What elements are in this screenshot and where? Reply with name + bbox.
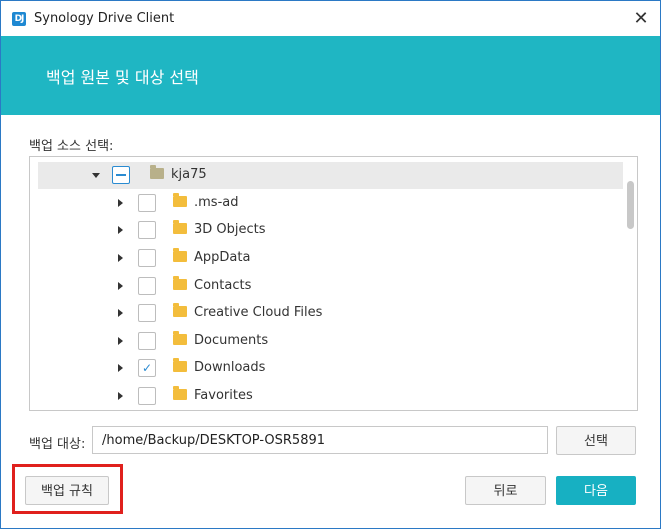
back-button[interactable]: 뒤로 (465, 476, 546, 505)
tree-row[interactable]: 3D Objects (38, 217, 623, 244)
next-button[interactable]: 다음 (556, 476, 636, 505)
home-folder-icon (150, 165, 164, 179)
folder-name: .ms-ad (194, 195, 239, 210)
folder-checkbox[interactable] (138, 221, 156, 239)
synology-drive-logo-icon: DJ (12, 12, 26, 26)
folder-checkbox-checked[interactable]: ✓ (138, 359, 156, 377)
folder-checkbox[interactable] (138, 332, 156, 350)
folder-icon (173, 331, 187, 345)
tree-row-root[interactable]: kja75 (38, 162, 623, 189)
collapse-arrow-icon[interactable] (92, 173, 100, 178)
header-banner: 백업 원본 및 대상 선택 (1, 36, 660, 115)
folder-name: Favorites (194, 388, 253, 403)
expand-arrow-icon[interactable] (118, 199, 123, 207)
tree-row[interactable]: ✓ Downloads (38, 355, 623, 382)
tree-row[interactable]: Creative Cloud Files (38, 300, 623, 327)
folder-checkbox[interactable] (138, 277, 156, 295)
folder-tree[interactable]: kja75 .ms-ad 3D Objects AppData Contacts (29, 156, 638, 411)
folder-checkbox[interactable] (138, 304, 156, 322)
destination-path-field[interactable]: /home/Backup/DESKTOP-OSR5891 (92, 426, 548, 454)
folder-icon (173, 358, 187, 372)
expand-arrow-icon[interactable] (118, 254, 123, 262)
folder-name: Documents (194, 333, 269, 348)
title-bar: DJ Synology Drive Client ✕ (1, 1, 660, 36)
dialog-window: DJ Synology Drive Client ✕ 백업 원본 및 대상 선택… (0, 0, 661, 529)
folder-checkbox[interactable] (138, 249, 156, 267)
page-title: 백업 원본 및 대상 선택 (46, 68, 199, 87)
tree-row[interactable]: AppData (38, 245, 623, 272)
annotation-highlight-box (12, 464, 123, 514)
backup-source-label: 백업 소스 선택: (29, 139, 114, 154)
tree-scrollbar[interactable] (627, 181, 634, 229)
folder-name: Downloads (194, 360, 266, 375)
folder-icon (173, 220, 187, 234)
expand-arrow-icon[interactable] (118, 282, 123, 290)
tree-row[interactable]: .ms-ad (38, 190, 623, 217)
backup-destination-label: 백업 대상: (29, 437, 86, 452)
expand-arrow-icon[interactable] (118, 392, 123, 400)
folder-name: AppData (194, 250, 251, 265)
expand-arrow-icon[interactable] (118, 337, 123, 345)
folder-icon (173, 303, 187, 317)
folder-name: 3D Objects (194, 222, 266, 237)
folder-icon (173, 276, 187, 290)
expand-arrow-icon[interactable] (118, 309, 123, 317)
folder-icon (173, 248, 187, 262)
tree-row[interactable]: Documents (38, 328, 623, 355)
folder-icon (173, 386, 187, 400)
folder-icon (173, 193, 187, 207)
expand-arrow-icon[interactable] (118, 364, 123, 372)
select-destination-button[interactable]: 선택 (556, 426, 636, 455)
root-folder-name: kja75 (171, 167, 207, 182)
folder-checkbox[interactable] (138, 387, 156, 405)
folder-name: Contacts (194, 278, 252, 293)
folder-name: Creative Cloud Files (194, 305, 323, 320)
root-checkbox[interactable] (112, 166, 130, 184)
close-button[interactable]: ✕ (626, 5, 656, 33)
tree-row[interactable]: Favorites (38, 383, 623, 410)
tree-row[interactable]: Contacts (38, 273, 623, 300)
expand-arrow-icon[interactable] (118, 226, 123, 234)
window-title: Synology Drive Client (34, 11, 175, 26)
folder-checkbox[interactable] (138, 194, 156, 212)
